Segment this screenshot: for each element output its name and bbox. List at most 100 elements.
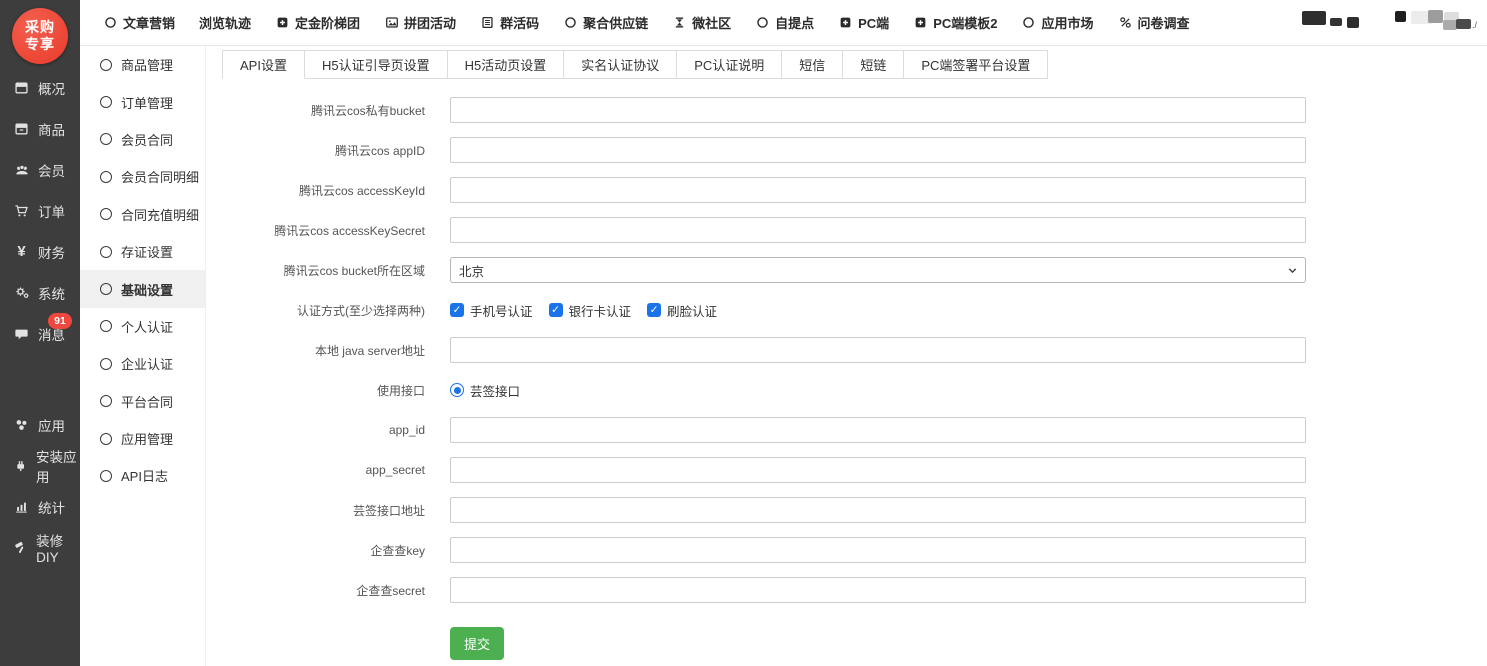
field-label: 腾讯云cos bucket所在区域 — [206, 262, 425, 279]
sidebar-item-messages[interactable]: 消息 91 — [0, 313, 80, 354]
circle-icon — [103, 15, 118, 30]
tab-realname-agreement[interactable]: 实名认证协议 — [564, 50, 677, 79]
yunsign-interface-address-input[interactable] — [450, 497, 1306, 523]
form-row: 使用接口 芸签接口 — [206, 377, 1487, 403]
redacted-block — [1456, 19, 1471, 29]
topnav-item-article-marketing[interactable]: 文章营销 — [103, 13, 175, 32]
sidebar-item-finance[interactable]: ¥ 财务 — [0, 231, 80, 272]
tab-sms[interactable]: 短信 — [782, 50, 843, 79]
sidebar-item-orders[interactable]: 订单 — [0, 190, 80, 231]
submenu-item-contract-recharge-detail[interactable]: 合同充值明细 — [80, 196, 205, 233]
settings-tabs: API设置 H5认证引导页设置 H5活动页设置 实名认证协议 PC认证说明 短信… — [222, 50, 1048, 79]
main-content: API设置 H5认证引导页设置 H5活动页设置 实名认证协议 PC认证说明 短信… — [206, 46, 1487, 666]
submenu-label: 应用管理 — [121, 429, 173, 448]
sidebar-item-decorate-diy[interactable]: 装修DIY — [0, 527, 80, 568]
topnav-item-group-buy[interactable]: 拼团活动 — [384, 13, 456, 32]
tab-pc-sign-platform[interactable]: PC端签署平台设置 — [904, 50, 1048, 79]
chat-bubble-icon — [13, 326, 30, 342]
tab-short-link[interactable]: 短链 — [843, 50, 904, 79]
sidebar-item-goods[interactable]: 商品 — [0, 108, 80, 149]
topnav-item-pc[interactable]: PC端 — [838, 13, 889, 32]
checkbox-bankcard-auth[interactable]: 银行卡认证 — [549, 301, 632, 320]
topnav-label: 自提点 — [775, 13, 814, 32]
submenu-label: 订单管理 — [121, 93, 173, 112]
submenu-item-evidence-settings[interactable]: 存证设置 — [80, 233, 205, 270]
java-server-address-input[interactable] — [450, 337, 1306, 363]
topnav-item-browse-track[interactable]: 浏览轨迹 — [199, 13, 251, 32]
sidebar-item-apps[interactable]: 应用 — [0, 404, 80, 445]
sidebar-item-members[interactable]: 会员 — [0, 149, 80, 190]
submenu-item-app-management[interactable]: 应用管理 — [80, 420, 205, 457]
brand-line2: 专享 — [25, 36, 55, 54]
tab-api-settings[interactable]: API设置 — [222, 50, 305, 79]
cos-region-select[interactable]: 北京 — [450, 257, 1306, 283]
sidebar-item-label: 概况 — [38, 78, 65, 98]
qichacha-key-input[interactable] — [450, 537, 1306, 563]
field-label: 芸签接口地址 — [206, 502, 425, 519]
redacted-block — [1302, 11, 1326, 25]
topnav-item-pc-template2[interactable]: PC端模板2 — [913, 13, 997, 32]
topnav-label: 微社区 — [692, 13, 731, 32]
checkbox-label: 银行卡认证 — [569, 301, 632, 320]
radio-selected-icon — [450, 383, 464, 397]
submit-button[interactable]: 提交 — [450, 627, 504, 660]
plug-icon — [13, 458, 28, 474]
field-label: 企查查key — [206, 542, 425, 559]
brand-logo[interactable]: 采购 专享 — [0, 0, 80, 67]
sidebar-item-label: 装修DIY — [36, 530, 80, 565]
qichacha-secret-input[interactable] — [450, 577, 1306, 603]
form-row: app_id — [206, 417, 1487, 443]
cos-accesskeyid-input[interactable] — [450, 177, 1306, 203]
cos-private-bucket-input[interactable] — [450, 97, 1306, 123]
topnav-item-survey[interactable]: 问卷调查 — [1118, 13, 1190, 32]
topnav-label: 应用市场 — [1041, 13, 1093, 32]
radio-yunsign-interface[interactable]: 芸签接口 — [450, 381, 520, 400]
topnav-item-pickup-point[interactable]: 自提点 — [755, 13, 814, 32]
image-icon — [384, 15, 399, 30]
submenu-item-goods-management[interactable]: 商品管理 — [80, 46, 205, 83]
topnav-item-app-market[interactable]: 应用市场 — [1021, 13, 1093, 32]
circle-icon — [100, 395, 112, 407]
goods-icon — [13, 121, 30, 137]
submenu-label: 商品管理 — [121, 55, 173, 74]
cos-appid-input[interactable] — [450, 137, 1306, 163]
submenu-item-enterprise-auth[interactable]: 企业认证 — [80, 345, 205, 382]
circle-icon — [563, 15, 578, 30]
circle-icon — [100, 133, 112, 145]
sidebar-item-label: 应用 — [38, 415, 65, 435]
tab-h5-activity-page[interactable]: H5活动页设置 — [448, 50, 565, 79]
tab-pc-auth-note[interactable]: PC认证说明 — [677, 50, 782, 79]
redacted-block — [1443, 20, 1457, 30]
submenu-item-personal-auth[interactable]: 个人认证 — [80, 308, 205, 345]
submenu-item-member-contract-detail[interactable]: 会员合同明细 — [80, 158, 205, 195]
form-row: app_secret — [206, 457, 1487, 483]
submenu-label: API日志 — [121, 466, 168, 485]
form-row: 腾讯云cos accessKeyId — [206, 177, 1487, 203]
app-id-input[interactable] — [450, 417, 1306, 443]
submenu-item-member-contract[interactable]: 会员合同 — [80, 121, 205, 158]
topnav-item-group-qr[interactable]: 群活码 — [480, 13, 539, 32]
link-icon — [1118, 15, 1133, 30]
submenu-item-basic-settings[interactable]: 基础设置 — [80, 270, 205, 307]
messages-badge: 91 — [48, 313, 72, 329]
sidebar-item-install-apps[interactable]: 安装应用 — [0, 445, 80, 486]
tab-h5-auth-guide[interactable]: H5认证引导页设置 — [305, 50, 448, 79]
topnav-item-micro-community[interactable]: 微社区 — [672, 13, 731, 32]
submenu-item-platform-contract[interactable]: 平台合同 — [80, 383, 205, 420]
form-row: 芸签接口地址 — [206, 497, 1487, 523]
topnav-item-supply-chain[interactable]: 聚合供应链 — [563, 13, 648, 32]
submenu-label: 会员合同明细 — [121, 167, 199, 186]
submenu-label: 企业认证 — [121, 354, 173, 373]
sidebar-item-overview[interactable]: 概况 — [0, 67, 80, 108]
app-secret-input[interactable] — [450, 457, 1306, 483]
plus-square-icon — [838, 15, 853, 30]
topnav-item-deposit-ladder-group[interactable]: 定金阶梯团 — [275, 13, 360, 32]
cos-accesskeysecret-input[interactable] — [450, 217, 1306, 243]
sidebar-item-system[interactable]: 系统 — [0, 272, 80, 313]
submenu-item-order-management[interactable]: 订单管理 — [80, 83, 205, 120]
submenu-item-api-log[interactable]: API日志 — [80, 457, 205, 494]
checkbox-face-auth[interactable]: 刷脸认证 — [647, 301, 717, 320]
checkbox-phone-auth[interactable]: 手机号认证 — [450, 301, 533, 320]
sidebar-item-stats[interactable]: 统计 — [0, 486, 80, 527]
form-row: 企查查key — [206, 537, 1487, 563]
